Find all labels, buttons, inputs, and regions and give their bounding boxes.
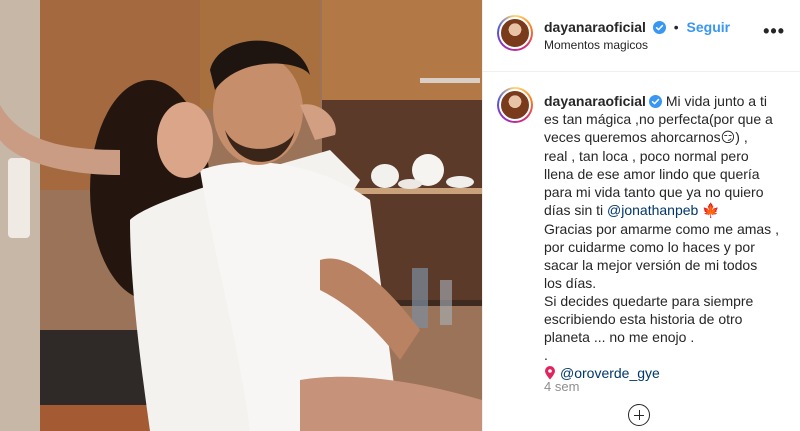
separator-dot: • — [673, 19, 679, 35]
location-pin-icon — [545, 366, 555, 380]
post-sidebar: dayanaraoficial • Seguir Momentos magico… — [482, 0, 800, 431]
caption-line: por cuidarme como lo haces y por — [544, 239, 755, 255]
caption-text: dayanaraoficial Mi vida junto a ti es ta… — [544, 92, 796, 382]
smirk-emoji-icon: 😏 — [720, 130, 736, 146]
verified-badge-icon — [648, 95, 662, 108]
caption-line: es tan mágica ,no perfecta(por que a — [544, 111, 773, 127]
mention-link[interactable]: @jonathanpeb — [607, 202, 698, 218]
couple-photo-illustration — [0, 0, 482, 431]
caption-line: días sin ti — [544, 202, 608, 218]
caption-username[interactable]: dayanaraoficial — [544, 93, 646, 109]
header-username[interactable]: dayanaraoficial — [544, 19, 646, 35]
caption-line: Mi vida junto a ti — [665, 93, 767, 109]
caption-line: Si decides quedarte para siempre — [544, 293, 754, 309]
post-header: dayanaraoficial • Seguir Momentos magico… — [483, 0, 800, 72]
post-timestamp[interactable]: 4 sem — [544, 379, 579, 394]
post-photo[interactable] — [0, 0, 482, 431]
location-link[interactable]: Momentos magicos — [544, 38, 648, 52]
caption-line: veces queremos ahorcarnos — [544, 129, 721, 145]
header-user-line: dayanaraoficial • Seguir — [544, 19, 730, 35]
add-circle-icon[interactable] — [628, 404, 650, 426]
caption-line: real , tan loca , poco normal pero — [544, 148, 749, 164]
caption-line: . — [544, 347, 548, 363]
caption-line: ) , — [735, 129, 748, 145]
caption-line: los días. — [544, 275, 597, 291]
more-options-icon[interactable]: ••• — [763, 22, 785, 40]
avatar[interactable] — [497, 87, 533, 123]
caption-line: sacar la mejor versión de mi todos — [544, 257, 758, 273]
follow-button[interactable]: Seguir — [687, 19, 731, 35]
caption-line: planeta ... no me enojo . — [544, 329, 695, 345]
caption-line: para mi vida tanto que ya no quiero — [544, 184, 764, 200]
caption-line: llena de ese amor lindo que quería — [544, 166, 760, 182]
maple-leaf-emoji-icon: 🍁 — [702, 203, 720, 219]
verified-badge-icon — [652, 21, 666, 34]
avatar[interactable] — [497, 15, 533, 51]
caption-line: Gracias por amarme como me amas , — [544, 221, 779, 237]
caption-line: escribiendo esta historia de otro — [544, 311, 743, 327]
